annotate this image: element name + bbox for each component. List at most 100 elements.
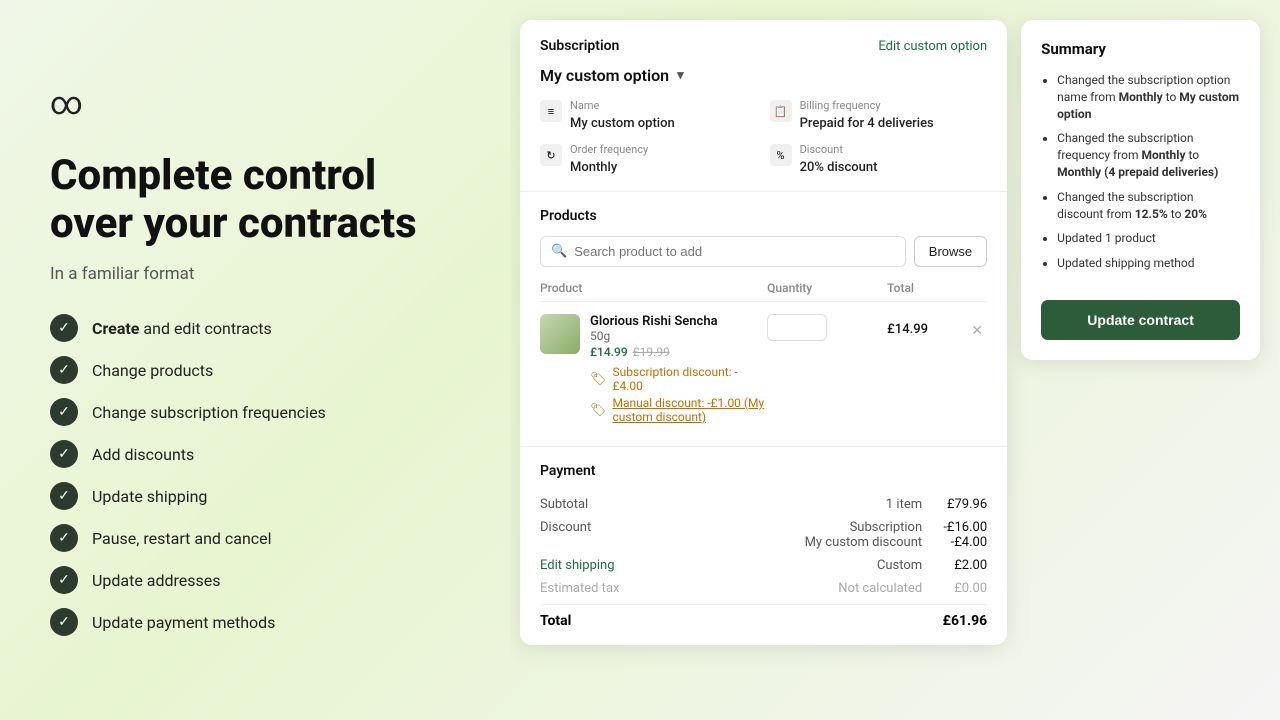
name-value: My custom option	[570, 116, 675, 131]
subscription-section: Subscription Edit custom option My custo…	[520, 20, 1007, 192]
check-icon: ✓	[50, 314, 78, 342]
infinity-icon: ∞	[50, 84, 83, 122]
feature-list: ✓ Create and edit contracts ✓ Change pro…	[50, 314, 460, 636]
discount-row: Discount Subscription My custom discount…	[540, 516, 987, 554]
summary-list: Changed the subscription option name fro…	[1041, 72, 1240, 272]
summary-title: Summary	[1041, 40, 1240, 58]
remove-product-button[interactable]: ✕	[967, 314, 987, 339]
subscription-discount-row: 🏷 Subscription discount: -£4.00	[590, 365, 767, 393]
check-icon: ✓	[50, 524, 78, 552]
update-contract-button[interactable]: Update contract	[1041, 300, 1240, 340]
product-total: £14.99	[887, 314, 967, 337]
discount-sub-amount: -£16.00	[932, 520, 987, 535]
product-thumbnail	[540, 314, 580, 354]
product-name: Glorious Rishi Sencha	[590, 314, 767, 329]
order-label: Order frequency	[570, 143, 648, 156]
name-label: Name	[570, 99, 675, 112]
summary-item: Updated 1 product	[1057, 230, 1240, 247]
feature-label: Create and edit contracts	[92, 319, 272, 338]
check-icon: ✓	[50, 566, 78, 594]
products-section: Products 🔍 Browse Product Quantity Total	[520, 192, 1007, 447]
name-text: Name My custom option	[570, 99, 675, 131]
feature-label: Update payment methods	[92, 613, 275, 632]
order-value: Monthly	[570, 160, 617, 175]
products-title: Products	[540, 208, 987, 224]
subscription-header: Subscription Edit custom option	[540, 38, 987, 54]
price-original: £19.99	[633, 345, 670, 359]
col-quantity: Quantity	[767, 281, 887, 295]
order-freq-text: Order frequency Monthly	[570, 143, 648, 175]
total-amount: £61.96	[943, 613, 988, 629]
quantity-cell: 1	[767, 314, 887, 341]
search-input[interactable]	[574, 244, 895, 259]
feature-item: ✓ Create and edit contracts	[50, 314, 460, 342]
payment-section: Payment Subtotal 1 item £79.96 Discount …	[520, 447, 1007, 645]
subtotal-qty: 1 item	[588, 497, 932, 512]
subscription-title: Subscription	[540, 38, 619, 54]
feature-label: Add discounts	[92, 445, 194, 464]
edit-shipping-link[interactable]: Edit shipping	[540, 558, 615, 573]
table-header: Product Quantity Total	[540, 281, 987, 302]
check-icon: ✓	[50, 608, 78, 636]
summary-item: Changed the subscription frequency from …	[1057, 130, 1240, 180]
tax-amount: £0.00	[932, 581, 987, 596]
discount-amounts: -£16.00 -£4.00	[932, 520, 987, 550]
total-label: Total	[540, 613, 571, 629]
billing-icon: 📋	[770, 100, 792, 122]
col-product: Product	[540, 281, 767, 295]
feature-item: ✓ Update shipping	[50, 482, 460, 510]
product-info: Glorious Rishi Sencha 50g £14.99 £19.99 …	[540, 314, 767, 424]
quantity-input[interactable]: 1	[767, 314, 827, 341]
search-box[interactable]: 🔍	[540, 236, 906, 267]
price-current: £14.99	[590, 345, 628, 359]
order-freq-icon: ↻	[540, 144, 562, 166]
discount-sub-label: Subscription	[591, 520, 922, 535]
check-icon: ✓	[50, 482, 78, 510]
chevron-down-icon: ▾	[677, 68, 684, 83]
subtotal-amount: £79.96	[932, 497, 987, 512]
left-panel: ∞ Complete control over your contracts I…	[0, 44, 510, 677]
discount-mid: Subscription My custom discount	[591, 520, 932, 550]
total-row: Total £61.96	[540, 604, 987, 629]
feature-label: Change subscription frequencies	[92, 403, 326, 422]
shipping-amount: £2.00	[932, 558, 987, 573]
search-row: 🔍 Browse	[540, 236, 987, 267]
billing-text: Billing frequency Prepaid for 4 deliveri…	[800, 99, 934, 131]
summary-item: Changed the subscription discount from 1…	[1057, 189, 1240, 223]
summary-card: Summary Changed the subscription option …	[1021, 20, 1260, 360]
discount-text: Discount 20% discount	[800, 143, 878, 175]
col-actions	[967, 281, 987, 295]
browse-button[interactable]: Browse	[914, 236, 987, 267]
option-selector[interactable]: My custom option ▾	[540, 66, 684, 85]
feature-label: Update shipping	[92, 487, 207, 506]
manual-discount-link[interactable]: Manual discount: -£1.00 (My custom disco…	[613, 396, 768, 424]
check-icon: ✓	[50, 440, 78, 468]
name-icon: ≡	[540, 100, 562, 122]
search-icon: 🔍	[551, 244, 567, 259]
manual-discount-row: 🏷 Manual discount: -£1.00 (My custom dis…	[590, 396, 767, 424]
product-row: Glorious Rishi Sencha 50g £14.99 £19.99 …	[540, 302, 987, 430]
logo: ∞	[50, 84, 460, 122]
tax-row: Estimated tax Not calculated £0.00	[540, 577, 987, 600]
discount-detail: % Discount 20% discount	[770, 143, 988, 175]
feature-item: ✓ Change subscription frequencies	[50, 398, 460, 426]
billing-value: Prepaid for 4 deliveries	[800, 116, 934, 131]
billing-label: Billing frequency	[800, 99, 934, 112]
order-freq-detail: ↻ Order frequency Monthly	[540, 143, 758, 175]
subtotal-label: Subtotal	[540, 497, 588, 512]
main-card: Subscription Edit custom option My custo…	[520, 20, 1007, 645]
summary-item: Updated shipping method	[1057, 255, 1240, 272]
tax-label: Estimated tax	[540, 581, 619, 596]
manual-discount-icon: 🏷	[590, 403, 607, 418]
payment-title: Payment	[540, 463, 987, 479]
feature-label: Pause, restart and cancel	[92, 529, 272, 548]
subscription-details: ≡ Name My custom option 📋 Billing freque…	[540, 99, 987, 175]
edit-custom-option-link[interactable]: Edit custom option	[878, 39, 987, 54]
col-total: Total	[887, 281, 967, 295]
discount-custom-label: My custom discount	[591, 535, 922, 550]
feature-item: ✓ Pause, restart and cancel	[50, 524, 460, 552]
tax-type: Not calculated	[619, 581, 932, 596]
feature-label: Update addresses	[92, 571, 221, 590]
discount-rows: 🏷 Subscription discount: -£4.00 🏷 Manual…	[590, 359, 767, 424]
shipping-row: Edit shipping Custom £2.00	[540, 554, 987, 577]
